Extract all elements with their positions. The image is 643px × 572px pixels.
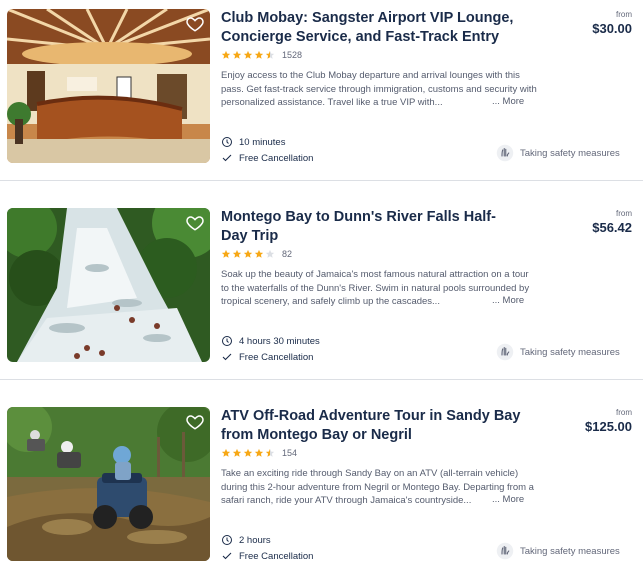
star-icon bbox=[265, 249, 275, 258]
star-icon bbox=[254, 249, 264, 258]
atv-photo[interactable] bbox=[7, 407, 210, 561]
safety-badge: Taking safety measures bbox=[496, 542, 620, 560]
listing-card[interactable]: Montego Bay to Dunn's River Falls Half-D… bbox=[0, 208, 643, 368]
star-icon bbox=[243, 50, 253, 59]
price-from-label: from bbox=[616, 209, 632, 218]
star-icon bbox=[221, 249, 231, 258]
star-icon bbox=[254, 50, 264, 59]
check-icon bbox=[222, 552, 232, 560]
favorite-heart-icon[interactable] bbox=[186, 214, 204, 232]
star-icon bbox=[232, 448, 242, 457]
cancellation: Free Cancellation bbox=[221, 550, 313, 562]
review-count: 1528 bbox=[282, 50, 303, 60]
rating: 1528 bbox=[221, 50, 302, 60]
duration: 4 hours 30 minutes bbox=[221, 335, 320, 347]
divider bbox=[0, 180, 643, 181]
clock-icon bbox=[222, 336, 232, 346]
safety-text: Taking safety measures bbox=[520, 545, 620, 557]
price: $56.42 bbox=[592, 220, 632, 235]
hand-wash-icon bbox=[496, 343, 514, 361]
hand-wash-icon bbox=[496, 144, 514, 162]
star-icon bbox=[232, 50, 242, 59]
star-rating bbox=[221, 50, 275, 60]
price-from-label: from bbox=[616, 408, 632, 417]
cancellation-text: Free Cancellation bbox=[239, 152, 314, 164]
duration: 10 minutes bbox=[221, 136, 285, 148]
duration-text: 4 hours 30 minutes bbox=[239, 335, 320, 347]
star-icon bbox=[254, 448, 264, 457]
listing-title[interactable]: Montego Bay to Dunn's River Falls Half-D… bbox=[221, 208, 521, 246]
favorite-heart-icon[interactable] bbox=[186, 413, 204, 431]
rating: 154 bbox=[221, 448, 297, 458]
listing-card[interactable]: ATV Off-Road Adventure Tour in Sandy Bay… bbox=[0, 407, 643, 567]
star-icon bbox=[265, 448, 275, 457]
duration-text: 2 hours bbox=[239, 534, 271, 546]
more-link[interactable]: ... More bbox=[490, 494, 525, 505]
star-icon bbox=[221, 50, 231, 59]
cancellation-text: Free Cancellation bbox=[239, 351, 314, 363]
listing-card[interactable]: Club Mobay: Sangster Airport VIP Lounge,… bbox=[0, 9, 643, 169]
price: $30.00 bbox=[592, 21, 632, 36]
listing-title[interactable]: Club Mobay: Sangster Airport VIP Lounge,… bbox=[221, 9, 521, 47]
check-icon bbox=[222, 353, 232, 361]
divider bbox=[0, 379, 643, 380]
safety-badge: Taking safety measures bbox=[496, 343, 620, 361]
star-rating bbox=[221, 249, 275, 259]
star-icon bbox=[232, 249, 242, 258]
cancellation-text: Free Cancellation bbox=[239, 550, 314, 562]
safety-badge: Taking safety measures bbox=[496, 144, 620, 162]
safety-text: Taking safety measures bbox=[520, 147, 620, 159]
more-link[interactable]: ... More bbox=[490, 96, 525, 107]
price-from-label: from bbox=[616, 10, 632, 19]
star-rating bbox=[221, 448, 275, 458]
lounge-photo[interactable] bbox=[7, 9, 210, 163]
duration: 2 hours bbox=[221, 534, 271, 546]
review-count: 154 bbox=[282, 448, 298, 458]
review-count: 82 bbox=[282, 249, 293, 259]
star-icon bbox=[243, 249, 253, 258]
listing-title[interactable]: ATV Off-Road Adventure Tour in Sandy Bay… bbox=[221, 407, 521, 445]
clock-icon bbox=[222, 137, 232, 147]
star-icon bbox=[221, 448, 231, 457]
price: $125.00 bbox=[585, 419, 632, 434]
waterfall-photo[interactable] bbox=[7, 208, 210, 362]
cancellation: Free Cancellation bbox=[221, 152, 313, 164]
rating: 82 bbox=[221, 249, 292, 259]
star-icon bbox=[243, 448, 253, 457]
duration-text: 10 minutes bbox=[239, 136, 286, 148]
star-icon bbox=[265, 50, 275, 59]
clock-icon bbox=[222, 535, 232, 545]
check-icon bbox=[222, 154, 232, 162]
favorite-heart-icon[interactable] bbox=[186, 15, 204, 33]
cancellation: Free Cancellation bbox=[221, 351, 313, 363]
safety-text: Taking safety measures bbox=[520, 346, 620, 358]
more-link[interactable]: ... More bbox=[490, 295, 525, 306]
hand-wash-icon bbox=[496, 542, 514, 560]
